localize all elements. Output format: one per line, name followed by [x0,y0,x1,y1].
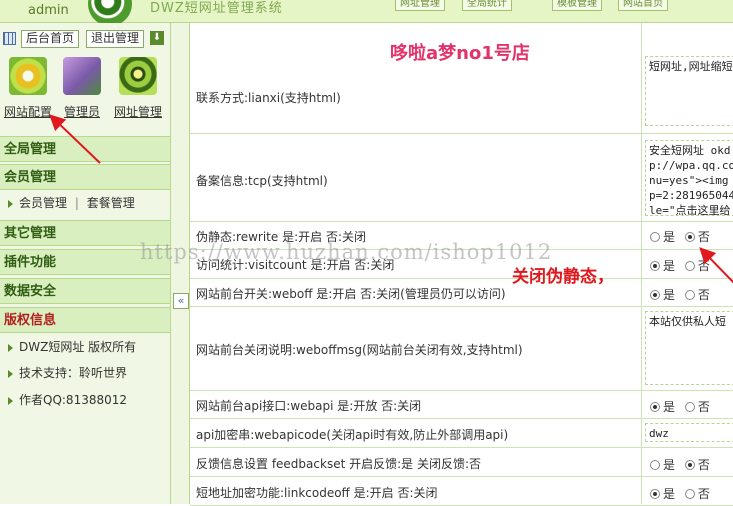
section-datasec[interactable]: 数据安全 [0,278,170,304]
webapi-radios: 是 否 [650,398,710,415]
radio-no-label: 否 [697,487,710,501]
copyright-item: DWZ短网址 版权所有 [0,334,170,360]
linkcodeoff-no-radio[interactable] [684,489,695,499]
watermark-url: https://www.huzhan.com/ishop1012 [140,240,553,264]
linkcodeoff-radios: 是 否 [650,485,710,502]
quick-label-site-config: 网站配置 [3,105,52,119]
bullet-icon [8,396,13,405]
radio-no-label: 否 [697,288,710,302]
sidebar-button-row: 后台首页 退出管理 ⬇ [0,28,170,48]
row-label-lianxi: 联系方式:lianxi(支持html) [196,91,341,105]
webapicode-input[interactable]: dwz [645,423,733,442]
rewrite-radios: 是 否 [650,228,710,245]
weboff-radios: 是 否 [650,286,710,303]
row-divider [190,278,733,279]
author-text: 作者QQ:81388012 [19,393,128,407]
rewrite-yes-radio[interactable] [650,232,660,242]
lianxi-textarea[interactable]: 短网址,网址缩短 [645,56,733,126]
feedbackset-no-radio[interactable] [684,460,695,470]
radio-yes-label: 是 [663,458,676,472]
section-copyright[interactable]: 版权信息 [0,307,170,333]
row-divider [190,390,733,391]
nav-link-templates[interactable]: 模板管理 [552,0,602,11]
radio-yes-label: 是 [663,487,676,501]
row-label-weboffmsg: 网站前台关闭说明:weboffmsg(网站前台关闭有效,支持html) [196,343,523,357]
row-divider [190,306,733,307]
radio-no-label: 否 [697,400,710,414]
quick-url-manage[interactable]: 网址管理 [110,57,166,120]
top-banner: admin DWZ短网址管理系统 网址管理 全局统计 模板管理 网站首页 [0,0,733,26]
bullet-icon [8,369,13,378]
radio-yes-label: 是 [663,230,676,244]
rewrite-no-radio[interactable] [684,232,695,242]
row-divider [190,221,733,222]
weboff-yes-radio[interactable] [650,290,660,300]
tcp-textarea[interactable]: 安全短网址 okd p://wpa.qq.com nu=yes"><img b … [645,140,733,216]
section-member[interactable]: 会员管理 [0,164,170,190]
radio-yes-label: 是 [663,400,676,414]
row-label-tcp: 备案信息:tcp(支持html) [196,174,328,188]
author-item: 作者QQ:81388012 [0,387,170,413]
username: admin [28,3,69,18]
quick-site-config[interactable]: 网站配置 [0,57,56,120]
admin-home-button[interactable]: 后台首页 [21,30,80,48]
logout-button[interactable]: 退出管理 [86,30,145,48]
radio-no-label: 否 [697,230,710,244]
annotation-note: 关闭伪静态， [512,267,614,287]
gear-icon [9,57,47,95]
column-divider [641,23,642,504]
linkcodeoff-yes-radio[interactable] [650,489,660,499]
member-items: 会员管理 | 套餐管理 [0,190,170,216]
row-label-weboff: 网站前台开关:weboff 是:开启 否:关闭(管理员仍可以访问) [196,287,506,301]
row-divider [190,447,733,448]
collapse-left-icon[interactable]: « [173,293,189,309]
system-title: DWZ短网址管理系统 [150,1,283,16]
section-global[interactable]: 全局管理 [0,136,170,162]
arrow-down-icon[interactable]: ⬇ [150,31,164,45]
radio-yes-label: 是 [663,288,676,302]
webapi-yes-radio[interactable] [650,402,660,412]
support-item: 技术支持：聆听世界 [0,360,170,386]
nav-link-urls[interactable]: 网址管理 [395,0,445,11]
bullet-icon [8,199,13,208]
globe-icon [119,57,157,95]
sidebar-item-member[interactable]: 会员管理 [19,196,67,210]
row-label-feedbackset: 反馈信息设置 feedbackset 开启反馈:是 关闭反馈:否 [196,457,481,471]
visitcount-yes-radio[interactable] [650,261,660,271]
grid-icon [3,32,16,45]
row-label-webapicode: api加密串:webapicode(关闭api时有效,防止外部调用api) [196,428,509,442]
webapi-no-radio[interactable] [684,402,695,412]
feedbackset-yes-radio[interactable] [650,460,660,470]
bullet-icon [8,343,13,352]
visitcount-radios: 是 否 [650,257,710,274]
nav-link-home[interactable]: 网站首页 [618,0,668,11]
row-divider [190,133,733,134]
row-divider [190,418,733,419]
store-title: 哆啦a梦no1号店 [390,43,530,64]
feedbackset-radios: 是 否 [650,456,710,473]
row-label-webapi: 网站前台api接口:webapi 是:开放 否:关闭 [196,399,422,413]
quick-label-url-manage: 网址管理 [113,105,162,119]
radio-yes-label: 是 [663,259,676,273]
radio-no-label: 否 [697,259,710,273]
weboffmsg-textarea[interactable]: 本站仅供私人短 [645,311,733,385]
row-label-linkcodeoff: 短地址加密功能:linkcodeoff 是:开启 否:关闭 [196,486,438,500]
quick-admins[interactable]: 管理员 [54,57,110,120]
quick-label-admins: 管理员 [63,105,100,119]
weboff-no-radio[interactable] [684,290,695,300]
nav-link-stats[interactable]: 全局统计 [462,0,512,11]
sidebar-item-plans[interactable]: 套餐管理 [87,196,135,210]
visitcount-no-radio[interactable] [684,261,695,271]
copyright-text: DWZ短网址 版权所有 [19,340,137,354]
support-text: 技术支持：聆听世界 [19,366,128,380]
radio-no-label: 否 [697,458,710,472]
user-icon [63,57,101,95]
row-divider [190,476,733,477]
